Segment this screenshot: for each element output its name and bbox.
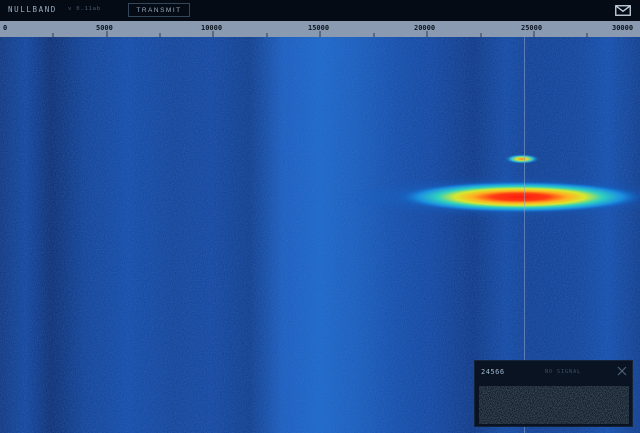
app-version: v 0.11ab [68,6,101,12]
top-bar: NULLBAND v 0.11ab TRANSMIT [0,0,640,21]
app-title: NULLBAND [8,5,57,14]
ruler-tick-label: 30000 [612,24,634,32]
frequency-ruler[interactable]: 0 5000 10000 15000 20000 25000 30000 [0,21,640,37]
signal-preview [479,386,629,424]
close-icon[interactable] [617,366,627,376]
signal-status: NO SIGNAL [545,369,582,375]
transmit-button[interactable]: TRANSMIT [128,3,190,17]
signal-info-panel: 24566 NO SIGNAL [474,360,633,427]
ruler-tick-label: 20000 [414,24,436,32]
ruler-tick-label: 10000 [201,24,223,32]
ruler-tick-label: 5000 [96,24,113,32]
ruler-tick-label: 0 [3,24,8,32]
ruler-tick-label: 15000 [308,24,330,32]
mail-icon[interactable] [615,5,631,16]
selected-frequency: 24566 [481,368,505,376]
ruler-tick-label: 25000 [521,24,543,32]
